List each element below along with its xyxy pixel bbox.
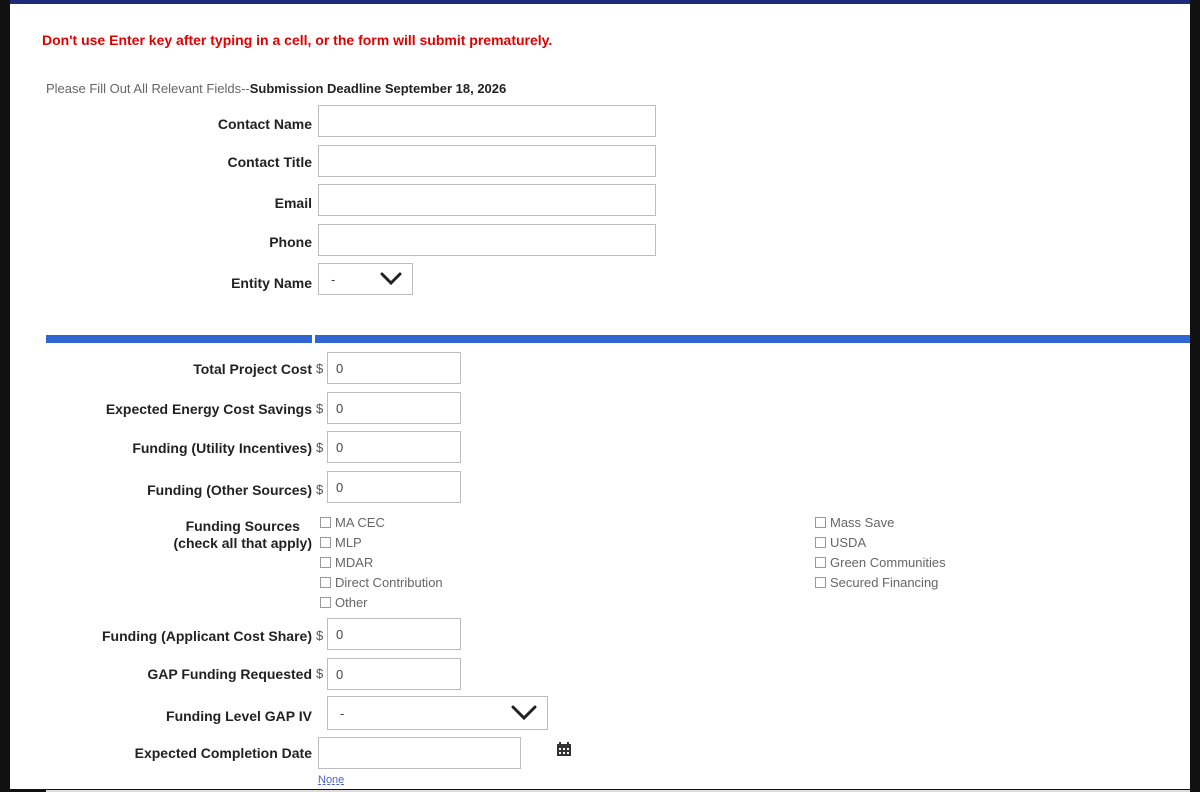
checkbox-box[interactable] [320, 536, 331, 548]
checkbox-green-communities[interactable]: Green Communities [815, 552, 946, 572]
funding-applicant-cost-share-input[interactable] [327, 618, 461, 650]
currency-symbol: $ [316, 482, 324, 497]
checkbox-ma-cec[interactable]: MA CEC [320, 512, 443, 532]
funding-other-sources-label: Funding (Other Sources) [147, 482, 312, 498]
expected-energy-savings-input[interactable] [327, 392, 461, 424]
gap-funding-requested-label: GAP Funding Requested [147, 666, 312, 682]
checkbox-box[interactable] [320, 576, 331, 588]
checkbox-label: Other [335, 594, 368, 610]
funding-other-sources-input[interactable] [327, 471, 461, 503]
currency-symbol: $ [316, 666, 324, 681]
checkbox-direct-contribution[interactable]: Direct Contribution [320, 572, 443, 592]
checkbox-other[interactable]: Other [320, 592, 443, 612]
funding-level-gap-iv-label: Funding Level GAP IV [166, 708, 312, 724]
contact-name-input[interactable] [318, 105, 656, 137]
checkbox-mlp[interactable]: MLP [320, 532, 443, 552]
gap-funding-requested-input[interactable] [327, 658, 461, 690]
checkbox-label: MDAR [335, 554, 374, 570]
expected-completion-date-label: Expected Completion Date [134, 745, 312, 761]
checkbox-label: Mass Save [830, 514, 895, 530]
checkbox-box[interactable] [320, 516, 331, 528]
funding-level-gap-iv-select[interactable]: - [327, 696, 548, 730]
intro-text: Please Fill Out All Relevant Fields--Sub… [46, 81, 506, 96]
checkbox-box[interactable] [815, 516, 826, 528]
checkbox-label: Secured Financing [830, 574, 939, 590]
checkbox-secured-financing[interactable]: Secured Financing [815, 572, 946, 592]
total-project-cost-label: Total Project Cost [193, 361, 312, 377]
currency-symbol: $ [316, 628, 324, 643]
funding-sources-left-column: MA CEC MLP MDAR Direct Contribution Othe… [320, 512, 443, 612]
checkbox-mass-save[interactable]: Mass Save [815, 512, 946, 532]
phone-input[interactable] [318, 224, 656, 256]
total-project-cost-input[interactable] [327, 352, 461, 384]
section-separator-left [46, 335, 312, 343]
checkbox-box[interactable] [815, 536, 826, 548]
chevron-down-icon [511, 705, 537, 721]
phone-label: Phone [269, 234, 312, 250]
checkbox-label: USDA [830, 534, 867, 550]
calendar-icon[interactable] [556, 741, 572, 757]
funding-level-value: - [340, 705, 345, 721]
currency-symbol: $ [316, 361, 324, 376]
checkbox-box[interactable] [815, 576, 826, 588]
funding-sources-right-column: Mass Save USDA Green Communities Secured… [815, 512, 946, 592]
currency-symbol: $ [316, 401, 324, 416]
email-label: Email [274, 195, 312, 211]
chevron-down-icon [380, 272, 402, 286]
submission-deadline: Submission Deadline September 18, 2026 [249, 81, 507, 96]
contact-name-label: Contact Name [217, 116, 312, 132]
funding-sources-label: Funding Sources (check all that apply) [174, 518, 312, 552]
expected-completion-date-input[interactable] [318, 737, 521, 769]
contact-title-input[interactable] [318, 145, 656, 177]
funding-sources-hint: (check all that apply) [173, 535, 312, 551]
contact-title-label: Contact Title [227, 154, 312, 170]
checkbox-box[interactable] [815, 556, 826, 568]
checkbox-mdar[interactable]: MDAR [320, 552, 443, 572]
funding-utility-incentives-input[interactable] [327, 431, 461, 463]
checkbox-label: MA CEC [335, 514, 385, 530]
entity-name-value: - [331, 271, 336, 287]
email-input[interactable] [318, 184, 656, 216]
form-frame: Don't use Enter key after typing in a ce… [10, 0, 1190, 792]
intro-prefix: Please Fill Out All Relevant Fields-- [46, 81, 250, 96]
funding-applicant-cost-share-label: Funding (Applicant Cost Share) [102, 628, 312, 644]
checkbox-usda[interactable]: USDA [815, 532, 946, 552]
funding-sources-title: Funding Sources [185, 518, 300, 534]
checkbox-label: Green Communities [830, 554, 946, 570]
checkbox-box[interactable] [320, 596, 331, 608]
funding-utility-incentives-label: Funding (Utility Incentives) [132, 440, 312, 456]
warning-message: Don't use Enter key after typing in a ce… [42, 32, 553, 48]
none-date-link[interactable]: None [318, 774, 344, 786]
checkbox-label: MLP [335, 534, 362, 550]
entity-name-select[interactable]: - [318, 263, 413, 295]
currency-symbol: $ [316, 440, 324, 455]
section-separator-right [315, 335, 1190, 343]
entity-name-label: Entity Name [231, 275, 312, 291]
expected-energy-savings-label: Expected Energy Cost Savings [105, 401, 312, 417]
checkbox-label: Direct Contribution [335, 574, 443, 590]
checkbox-box[interactable] [320, 556, 331, 568]
